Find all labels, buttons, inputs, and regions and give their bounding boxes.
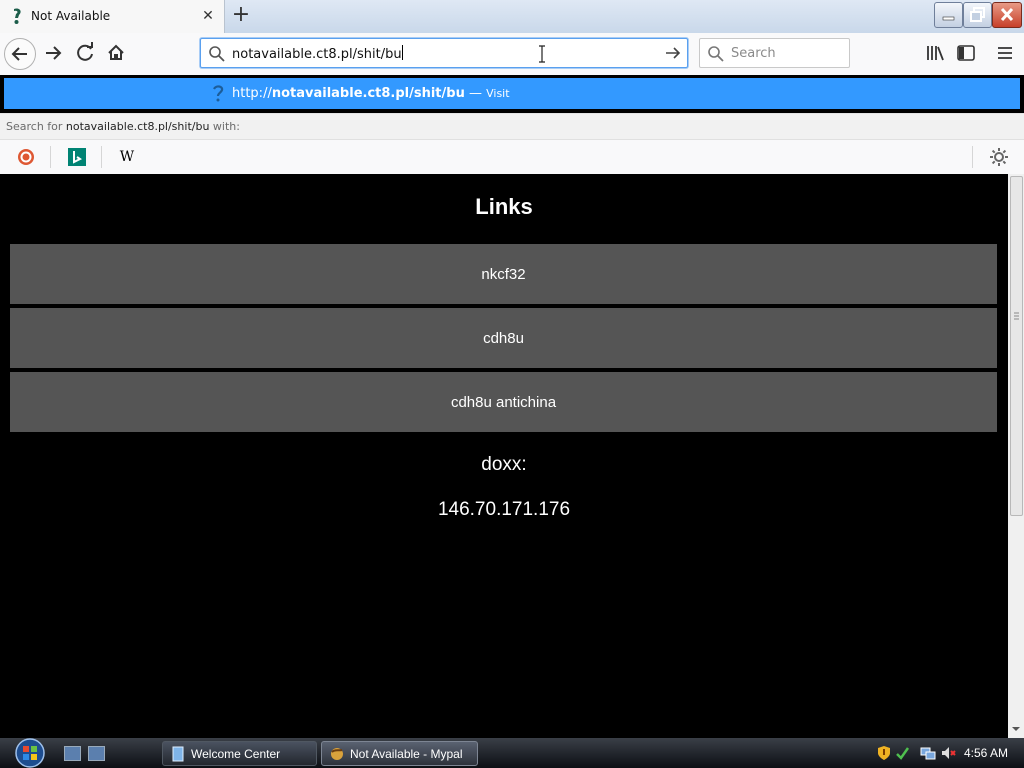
show-desktop-icon[interactable] [64, 746, 81, 761]
site-favicon-icon [14, 8, 21, 24]
search-icon [209, 46, 225, 62]
security-shield-icon[interactable] [876, 745, 892, 761]
search-box[interactable]: Search [699, 38, 850, 68]
update-check-icon[interactable] [894, 745, 910, 761]
separator [101, 146, 102, 168]
minimize-icon [942, 16, 955, 21]
close-icon [1000, 7, 1014, 22]
address-input[interactable]: notavailable.ct8.pl/shit/bu [232, 45, 403, 62]
system-tray: 4:56 AM [868, 738, 1024, 768]
welcome-center-icon [172, 746, 184, 762]
wikipedia-icon[interactable]: W [118, 148, 136, 166]
page-content: Links nkcf32 cdh8u cdh8u antichina doxx:… [0, 174, 1008, 738]
grip-icon [1014, 312, 1019, 320]
question-mark-icon [213, 85, 224, 102]
taskbar-item-welcome-center[interactable]: Welcome Center [162, 741, 317, 766]
ibeam-cursor-icon [539, 45, 545, 63]
sidebar-icon[interactable] [955, 42, 977, 64]
separator [972, 146, 973, 168]
vertical-scrollbar[interactable] [1008, 174, 1024, 738]
tab-title: Not Available [31, 9, 111, 23]
taskbar-item-label: Not Available - Mypal [350, 747, 463, 761]
suggestion-separator: — [464, 86, 487, 101]
search-icon [708, 46, 724, 62]
close-window-button[interactable] [992, 2, 1022, 28]
network-icon[interactable] [920, 745, 936, 761]
navigation-toolbar: notavailable.ct8.pl/shit/bu Search [0, 33, 1024, 75]
library-icon[interactable] [924, 42, 946, 64]
gear-icon[interactable] [989, 147, 1009, 167]
suggestion-prefix: http:// [232, 86, 272, 101]
search-engine-bar: W [0, 139, 1024, 175]
link-button-cdh8u-antichina[interactable]: cdh8u antichina [10, 372, 997, 432]
doxx-value: 146.70.171.176 [437, 499, 571, 520]
taskbar-item-label: Welcome Center [191, 747, 281, 761]
tab-strip: Not Available ✕ + [0, 0, 1024, 33]
address-bar[interactable]: notavailable.ct8.pl/shit/bu [200, 38, 688, 68]
restore-icon [970, 7, 985, 22]
duckduckgo-icon[interactable] [17, 148, 35, 166]
forward-icon [46, 46, 62, 60]
reload-icon [77, 42, 93, 61]
one-off-search-header: Search for notavailable.ct8.pl/shit/bu w… [0, 113, 1024, 140]
reload-button[interactable] [70, 38, 102, 70]
doxx-label: doxx: [481, 454, 527, 475]
scroll-down-arrow-icon[interactable] [1012, 725, 1020, 733]
search-for-text: Search for notavailable.ct8.pl/shit/bu w… [6, 120, 240, 133]
home-icon [108, 44, 124, 60]
suggestion-text: http://notavailable.ct8.pl/shit/bu — Vis… [232, 86, 510, 101]
url-suggestion-row[interactable]: http://notavailable.ct8.pl/shit/bu — Vis… [4, 78, 1020, 109]
search-for-suffix: with: [209, 120, 240, 133]
suggestion-url: notavailable.ct8.pl/shit/bu [271, 86, 465, 101]
tab-active[interactable]: Not Available ✕ [0, 0, 225, 33]
switch-windows-icon[interactable] [88, 746, 105, 761]
address-value: notavailable.ct8.pl/shit/bu [232, 47, 402, 62]
text-caret [401, 45, 403, 60]
arrow-right-icon[interactable] [663, 44, 683, 62]
bing-icon[interactable] [68, 148, 86, 166]
search-for-query: notavailable.ct8.pl/shit/bu [65, 120, 210, 133]
search-for-prefix: Search for [6, 120, 66, 133]
mypal-browser-icon [331, 748, 343, 760]
taskbar-item-mypal[interactable]: Not Available - Mypal [321, 741, 478, 766]
hamburger-menu-icon[interactable] [994, 42, 1016, 64]
link-button-cdh8u[interactable]: cdh8u [10, 308, 997, 368]
start-button-windows-icon[interactable] [10, 738, 50, 768]
new-tab-button[interactable]: + [230, 4, 252, 28]
clock: 4:56 AM [964, 746, 1009, 760]
scrollbar-thumb[interactable] [1010, 176, 1023, 516]
forward-button[interactable] [38, 38, 70, 70]
minimize-button[interactable] [934, 2, 963, 28]
suggestion-action: Visit [486, 87, 510, 100]
search-placeholder: Search [731, 46, 776, 61]
link-button-nkcf32[interactable]: nkcf32 [10, 244, 997, 304]
separator [50, 146, 51, 168]
back-icon [11, 47, 27, 61]
tab-close-icon[interactable]: ✕ [200, 7, 216, 25]
volume-muted-icon[interactable] [940, 745, 956, 761]
back-button[interactable] [4, 38, 36, 70]
taskbar: Welcome Center Not Available - Mypal 4:5… [0, 738, 1024, 768]
restore-button[interactable] [963, 2, 992, 28]
home-button[interactable] [101, 38, 133, 70]
page-title: Links [475, 194, 533, 219]
